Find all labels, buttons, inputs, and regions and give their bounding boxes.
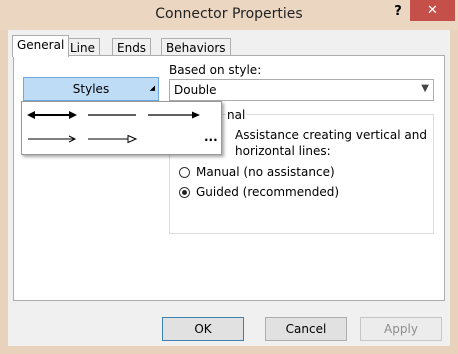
manual-radio[interactable] [179,167,190,178]
assistance-text-line1: Assistance creating vertical and [235,128,427,142]
help-button[interactable]: ? [390,4,406,22]
tab-ends[interactable]: Ends [112,38,152,56]
style-thin-arrow[interactable] [28,135,77,143]
style-single-arrow[interactable] [148,111,200,119]
tab-behaviors[interactable]: Behaviors [161,38,231,56]
styles-dropdown-button[interactable]: Styles ◢ [23,77,159,101]
styles-popup: ... [21,101,222,155]
styles-button-label: Styles [72,82,110,96]
manual-radio-label[interactable]: Manual (no assistance) [196,165,335,179]
more-styles-button[interactable]: ... [204,130,218,144]
tab-general[interactable]: General [12,35,70,57]
guided-radio[interactable] [179,187,190,198]
close-button[interactable]: ✕ [410,0,455,21]
dropdown-caret-icon: ◢ [149,84,155,92]
chevron-down-icon: ▼ [421,83,429,94]
style-swatches [27,111,200,144]
ok-button[interactable]: OK [162,317,244,341]
style-double-arrow-bold[interactable] [27,111,77,119]
cancel-button[interactable]: Cancel [265,317,347,341]
group-box-title: nal [226,108,247,122]
guided-radio-label[interactable]: Guided (recommended) [196,185,339,199]
style-hollow-arrow[interactable] [88,134,138,144]
based-on-style-value: Double [174,83,217,97]
assistance-text-line2: horizontal lines: [235,144,331,158]
title-bar: Connector Properties ? ✕ [0,0,458,30]
dialog-window: Connector Properties ? ✕ General Line En… [0,0,458,354]
apply-button[interactable]: Apply [360,317,442,341]
tab-line[interactable]: Line [65,38,101,56]
based-on-style-label: Based on style: [169,63,262,77]
dialog-client: General Line Ends Behaviors Based on sty… [8,30,450,346]
based-on-style-dropdown[interactable]: Double ▼ [169,79,434,101]
